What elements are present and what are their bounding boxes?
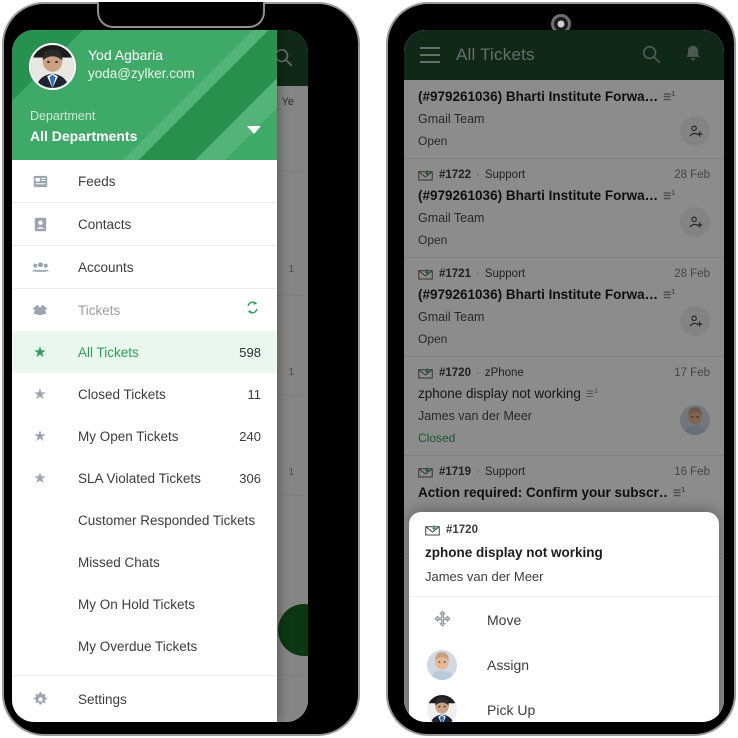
drawer-header: Yod Agbaria yoda@zylker.com Department A… bbox=[12, 30, 277, 160]
sidebar-item-settings[interactable]: Settings bbox=[12, 676, 277, 722]
chevron-down-icon[interactable] bbox=[247, 126, 261, 134]
sidebar-item-contacts[interactable]: Contacts bbox=[12, 203, 277, 245]
right-phone-screen: (#979261036) Bharti Institute Forwa… ☰1 … bbox=[404, 30, 724, 722]
star-icon: ★ bbox=[33, 385, 47, 403]
sidebar-item-accounts[interactable]: Accounts bbox=[12, 246, 277, 288]
sidebar-item-label: Contacts bbox=[78, 216, 132, 232]
profile-name: Yod Agbaria bbox=[88, 47, 163, 63]
sheet-action-label: Pick Up bbox=[487, 701, 536, 718]
sidebar-item-label: SLA Violated Tickets bbox=[78, 470, 201, 486]
drawer-footer: Settings bbox=[12, 675, 277, 722]
ticket-action-sheet: #1720 zphone display not working James v… bbox=[409, 512, 719, 722]
assign-avatar bbox=[427, 649, 457, 680]
sidebar-item-label: Settings bbox=[78, 691, 127, 707]
tickets-icon bbox=[28, 301, 52, 319]
left-phone-screen: Ye perly. wa… 1 wa… 1 wa… 1 ke bbox=[12, 30, 308, 722]
refresh-icon[interactable] bbox=[244, 299, 261, 321]
sidebar-item-all-tickets[interactable]: ★ All Tickets 598 bbox=[12, 331, 277, 373]
sidebar-item-count: 306 bbox=[239, 470, 261, 486]
navigation-drawer: Yod Agbaria yoda@zylker.com Department A… bbox=[12, 30, 277, 722]
sheet-action-label: Move bbox=[487, 611, 522, 628]
sidebar-item-missed-chats[interactable]: Missed Chats bbox=[12, 541, 277, 583]
sidebar-item-label: Closed Tickets bbox=[78, 386, 166, 402]
sidebar-item-label: My Open Tickets bbox=[78, 428, 179, 444]
department-label: Department bbox=[30, 109, 96, 123]
sidebar-item-customer-responded-tickets[interactable]: Customer Responded Tickets bbox=[12, 499, 277, 541]
envelope-icon bbox=[425, 524, 440, 535]
sidebar-item-label: All Tickets bbox=[78, 344, 139, 360]
sheet-ticket-number: #1720 bbox=[446, 524, 478, 536]
sidebar-item-count: 598 bbox=[239, 344, 261, 360]
sidebar-item-label: My Overdue Tickets bbox=[78, 638, 198, 654]
sidebar-item-label: My On Hold Tickets bbox=[78, 596, 196, 612]
profile-email: yoda@zylker.com bbox=[88, 66, 195, 81]
sidebar-section-tickets: Tickets bbox=[12, 289, 277, 331]
sidebar-item-my-open-tickets[interactable]: ★ My Open Tickets 240 bbox=[12, 415, 277, 457]
sheet-action-label: Assign bbox=[487, 656, 530, 673]
sidebar-item-label: Missed Chats bbox=[78, 554, 160, 570]
sidebar-item-count: 240 bbox=[239, 428, 261, 444]
contacts-icon bbox=[28, 216, 52, 233]
feeds-icon bbox=[28, 173, 52, 190]
star-icon: ★ bbox=[33, 427, 47, 445]
gear-icon bbox=[28, 691, 52, 708]
sidebar-item-label: Feeds bbox=[78, 173, 116, 189]
sheet-action-move[interactable]: Move bbox=[409, 597, 719, 642]
sheet-subject: zphone display not working bbox=[425, 545, 603, 560]
move-icon bbox=[425, 610, 459, 629]
sheet-action-pick-up[interactable]: Pick Up bbox=[409, 687, 719, 722]
sidebar-item-sla-violated-tickets[interactable]: ★ SLA Violated Tickets 306 bbox=[12, 457, 277, 499]
phone-notch bbox=[97, 2, 265, 28]
department-value[interactable]: All Departments bbox=[30, 128, 137, 144]
screenshot-stage: Ye perly. wa… 1 wa… 1 wa… 1 ke bbox=[0, 0, 738, 738]
sidebar-item-my-on-hold-tickets[interactable]: My On Hold Tickets bbox=[12, 583, 277, 625]
star-icon: ★ bbox=[33, 469, 47, 487]
sidebar-item-count: 11 bbox=[247, 386, 262, 402]
sidebar-section-label: Tickets bbox=[78, 302, 121, 318]
sidebar-item-my-overdue-tickets[interactable]: My Overdue Tickets bbox=[12, 625, 277, 667]
pickup-avatar bbox=[427, 694, 457, 722]
star-filled-icon: ★ bbox=[33, 343, 47, 361]
sidebar-item-feeds[interactable]: Feeds bbox=[12, 160, 277, 202]
sheet-action-assign[interactable]: Assign bbox=[409, 642, 719, 687]
avatar[interactable] bbox=[29, 43, 76, 90]
sidebar-item-closed-tickets[interactable]: ★ Closed Tickets 11 bbox=[12, 373, 277, 415]
sheet-requester: James van der Meer bbox=[425, 569, 544, 584]
accounts-icon bbox=[28, 258, 52, 277]
drawer-item-list: Feeds Contacts Accounts Tickets ★ All Ti… bbox=[12, 160, 277, 675]
sheet-header: #1720 zphone display not working James v… bbox=[409, 512, 719, 597]
sidebar-item-label: Accounts bbox=[78, 259, 134, 275]
sidebar-item-label: Customer Responded Tickets bbox=[78, 512, 256, 528]
